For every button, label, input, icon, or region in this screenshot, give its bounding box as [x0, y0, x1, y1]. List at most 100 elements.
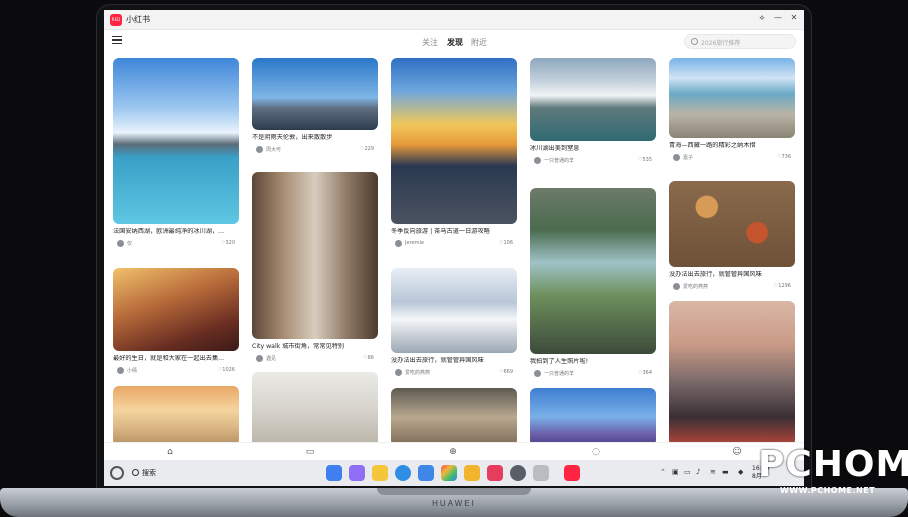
calendar-app-icon[interactable] — [487, 465, 503, 481]
feed-card[interactable]: 冰川湖出美到窒息 一只普通的羊 535 — [530, 58, 656, 166]
card-author: 爱吃的燕燕 — [683, 284, 709, 290]
feed-card[interactable]: 最好的生日，就是和大家在一起出去集... 小倩 1026 — [113, 268, 239, 376]
browser-app-icon[interactable] — [395, 465, 411, 481]
menu-icon[interactable] — [112, 36, 122, 44]
card-title: 最好的生日，就是和大家在一起出去集... — [113, 355, 225, 362]
feed-card[interactable] — [252, 372, 378, 442]
card-author: 一只普通的羊 — [544, 158, 575, 164]
shop-icon[interactable]: ▭ — [304, 446, 316, 458]
card-image — [391, 268, 517, 353]
card-title: 青海—西藏一路的精彩之纳木措 — [669, 142, 756, 149]
pin-icon[interactable]: ⟡ — [755, 13, 769, 23]
card-title: 没办法出去旅行，就管管异国风味 — [669, 271, 762, 278]
mail-app-icon[interactable] — [418, 465, 434, 481]
app-grid-icon[interactable] — [326, 465, 342, 481]
card-title: 我拍到了人生照片啦! — [530, 358, 589, 365]
card-author: 周大可 — [266, 147, 282, 153]
feed-card[interactable]: City walk 城市街角，常常见特别 遇见 66 — [252, 172, 378, 364]
profile-icon[interactable]: ☺ — [731, 446, 743, 458]
feed-card[interactable]: 冬季反向旅游 | 茶马古道一日游攻略 Jeremie 106 — [391, 58, 517, 249]
card-image — [252, 58, 378, 130]
xiaohongshu-app-icon[interactable] — [564, 465, 580, 481]
card-image — [669, 58, 795, 138]
card-image — [669, 301, 795, 442]
title-bar: RED 小红书 ⟡ — ✕ — [104, 10, 804, 30]
avatar — [256, 146, 263, 153]
start-button[interactable] — [110, 466, 124, 480]
feed-card[interactable]: 法国安纳西湖，欧洲最纯净的冰川湖，... 仅 320 — [113, 58, 239, 249]
feed-card[interactable]: 没办法出去旅行，就管管异国风味 爱吃的燕燕 1296 — [669, 181, 795, 292]
card-title: 冬季反向旅游 | 茶马古道一日游攻略 — [391, 228, 490, 235]
feed-card[interactable] — [530, 388, 656, 442]
card-image — [530, 188, 656, 354]
laptop-frame: RED 小红书 ⟡ — ✕ 关注 发现 附近 2026旅行推荐 法国安纳西湖，欧… — [0, 0, 908, 517]
avatar — [256, 355, 263, 362]
avatar — [534, 370, 541, 377]
home-icon[interactable]: ⌂ — [164, 446, 176, 458]
tab-nearby[interactable]: 附近 — [471, 37, 487, 48]
photos-app-icon[interactable] — [441, 465, 457, 481]
search-input[interactable]: 2026旅行推荐 — [684, 34, 796, 49]
like-count[interactable]: 1026 — [218, 367, 235, 373]
tray-app-icon[interactable]: ▣ — [672, 468, 679, 476]
card-image — [669, 181, 795, 267]
like-count[interactable]: 669 — [499, 369, 513, 375]
top-nav: 关注 发现 附近 2026旅行推荐 — [104, 30, 804, 54]
taskbar-search-label[interactable]: 搜索 — [142, 468, 156, 478]
card-title: City walk 城市街角，常常见特别 — [252, 343, 345, 350]
feed-card[interactable]: 没办法出去旅行，就管管异国风味 爱吃的燕燕 669 — [391, 268, 517, 378]
watermark-logo: PCHOME — [758, 444, 908, 485]
feed-card[interactable]: 不是阴雨天伦敦，出来散散步 周大可 229 — [252, 58, 378, 155]
minimize-button[interactable]: — — [771, 13, 785, 22]
tab-follow[interactable]: 关注 — [422, 37, 438, 48]
like-count[interactable]: 229 — [360, 146, 374, 152]
app-logo-icon: RED — [110, 14, 122, 26]
volume-icon[interactable]: ♪ — [696, 468, 700, 476]
like-count[interactable]: 364 — [638, 370, 652, 376]
feed-card[interactable]: 青海—西藏一路的精彩之纳木措 嘉子 736 — [669, 58, 795, 163]
like-count[interactable]: 320 — [221, 240, 235, 246]
card-author: 一只普通的羊 — [544, 371, 575, 377]
avatar — [673, 154, 680, 161]
search-icon[interactable] — [132, 469, 139, 476]
card-author: 遇见 — [266, 356, 277, 362]
files-app-icon[interactable] — [464, 465, 480, 481]
gallery-app-icon[interactable] — [349, 465, 365, 481]
feed-card[interactable] — [391, 388, 517, 442]
card-author: Jeremie — [405, 240, 424, 246]
close-button[interactable]: ✕ — [787, 13, 801, 22]
like-count[interactable]: 1296 — [774, 283, 791, 289]
wifi-icon[interactable]: ≋ — [710, 468, 716, 476]
like-count[interactable]: 535 — [638, 157, 652, 163]
trash-icon[interactable] — [533, 465, 549, 481]
like-count[interactable]: 66 — [363, 355, 374, 361]
avatar — [534, 157, 541, 164]
watermark-url: WWW.PCHOME.NET — [780, 486, 876, 495]
like-count[interactable]: 736 — [777, 154, 791, 160]
tab-discover[interactable]: 发现 — [447, 37, 463, 48]
search-icon — [691, 38, 698, 45]
card-image — [530, 58, 656, 141]
laptop-brand: HUAWEI — [432, 499, 476, 508]
card-author: 爱吃的燕燕 — [405, 370, 431, 376]
tray-chevron-icon[interactable]: ⌃ — [660, 468, 666, 476]
screen: RED 小红书 ⟡ — ✕ 关注 发现 附近 2026旅行推荐 法国安纳西湖，欧… — [104, 10, 804, 486]
feed-card[interactable] — [669, 301, 795, 442]
feed-card[interactable] — [113, 386, 239, 442]
notes-app-icon[interactable] — [372, 465, 388, 481]
os-taskbar: 搜索 ⌃ ▣ ▭ ♪ ≋ ▬ ◆ 16:00 8月 — [104, 460, 804, 486]
laptop-notch — [377, 488, 531, 495]
tray-display-icon[interactable]: ▭ — [684, 468, 691, 476]
messages-icon[interactable]: ◌ — [590, 446, 602, 458]
card-image — [391, 58, 517, 224]
feed-card[interactable]: 我拍到了人生照片啦! 一只普通的羊 364 — [530, 188, 656, 379]
battery-icon[interactable]: ▬ — [722, 468, 729, 476]
avatar — [117, 367, 124, 374]
like-count[interactable]: 106 — [499, 240, 513, 246]
settings-app-icon[interactable] — [510, 465, 526, 481]
card-title: 冰川湖出美到窒息 — [530, 145, 580, 152]
add-post-icon[interactable]: ⊕ — [447, 446, 459, 458]
card-image — [113, 386, 239, 442]
card-title: 没办法出去旅行，就管管异国风味 — [391, 357, 484, 364]
notification-icon[interactable]: ◆ — [738, 468, 743, 476]
